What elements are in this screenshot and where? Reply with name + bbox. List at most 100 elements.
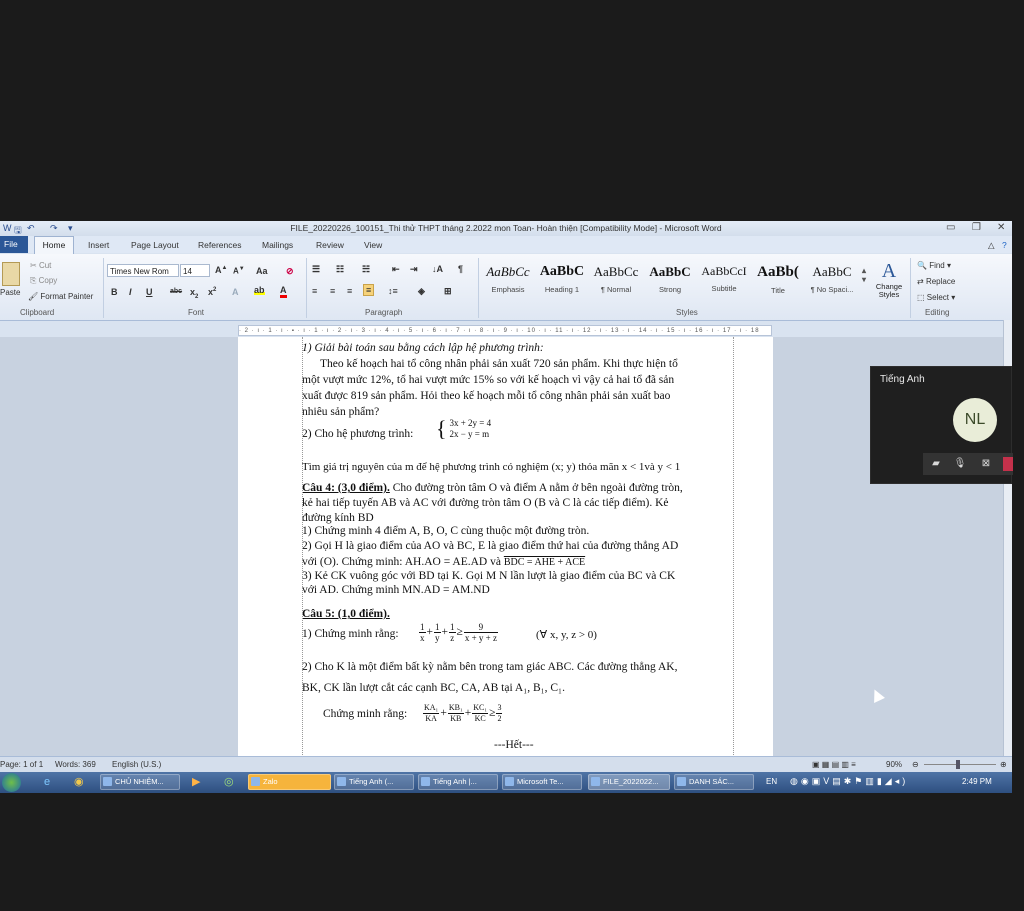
ie-icon[interactable]: e xyxy=(44,776,50,788)
tab-page-layout[interactable]: Page Layout xyxy=(131,240,179,250)
taskbar-item-zalo[interactable]: Zalo xyxy=(248,774,331,790)
paste-icon[interactable] xyxy=(2,262,20,286)
align-left-icon[interactable]: ≡ xyxy=(312,286,317,296)
hang-up-icon[interactable] xyxy=(1003,457,1013,471)
taskbar: e ◉ CHỦ NHIỆM... ▶ ◎ Zalo Tiếng Anh (...… xyxy=(0,772,1012,793)
zoom-level[interactable]: 90% xyxy=(886,760,902,769)
zoom-slider[interactable] xyxy=(924,764,996,765)
tab-mailings[interactable]: Mailings xyxy=(262,240,293,250)
clipboard-group-label: Clipboard xyxy=(20,308,55,317)
language-indicator[interactable]: English (U.S.) xyxy=(112,760,161,769)
paste-button[interactable]: Paste xyxy=(0,288,20,297)
show-marks-icon[interactable]: ¶ xyxy=(458,264,463,274)
start-button[interactable] xyxy=(2,773,21,792)
shrink-font-icon[interactable]: A▼ xyxy=(233,266,245,276)
line-spacing-icon[interactable]: ↕≡ xyxy=(388,286,398,296)
view-buttons-icon[interactable]: ▣ ▦ ▤ ▥ ≡ xyxy=(812,760,856,769)
bullets-icon[interactable]: ☰ xyxy=(312,264,320,275)
style-heading-1[interactable]: AaBbC Heading 1 xyxy=(536,264,588,302)
increase-indent-icon[interactable]: ⇥ xyxy=(410,264,418,275)
chrome-icon[interactable]: ◉ xyxy=(74,775,84,788)
tab-view[interactable]: View xyxy=(364,240,382,250)
tab-insert[interactable]: Insert xyxy=(88,240,109,250)
taskbar-item-tieng-anh-2[interactable]: Tiếng Anh |... xyxy=(418,774,498,790)
horizontal-ruler[interactable]: · 2 · ı · 1 · ı · 🞍 · ı · 1 · ı · 2 · ı … xyxy=(238,325,772,336)
justify-icon[interactable]: ≡ xyxy=(363,284,375,296)
superscript-icon[interactable]: x2 xyxy=(208,287,216,297)
taskbar-item-danh-sach[interactable]: DANH SÁC... xyxy=(674,774,754,790)
sort-icon[interactable]: ↓A xyxy=(432,264,443,274)
zoom-slider-thumb[interactable] xyxy=(956,760,960,769)
share-screen-icon[interactable]: ⊠ xyxy=(979,457,993,471)
clock[interactable]: 2:49 PM xyxy=(962,777,992,786)
style-no-spacing[interactable]: AaBbC ¶ No Spaci... xyxy=(806,264,858,302)
taskbar-item-chu-nhiem[interactable]: CHỦ NHIỆM... xyxy=(100,774,180,790)
style-title[interactable]: AaBb( Title xyxy=(752,264,804,302)
align-right-icon[interactable]: ≡ xyxy=(347,286,352,296)
zoom-out-icon[interactable]: ⊖ xyxy=(912,760,919,769)
taskbar-item-microsoft-teams[interactable]: Microsoft Te... xyxy=(502,774,582,790)
change-case-button[interactable]: Aa xyxy=(256,266,268,276)
minimize-icon[interactable]: ▭ xyxy=(946,222,955,233)
app-icon[interactable]: ◎ xyxy=(224,775,234,788)
decrease-indent-icon[interactable]: ⇤ xyxy=(392,264,400,275)
taskbar-item-tieng-anh-1[interactable]: Tiếng Anh (... xyxy=(334,774,414,790)
help-icon[interactable]: ? xyxy=(1002,240,1007,250)
replace-button[interactable]: ⇄ Replace xyxy=(917,277,955,286)
select-button[interactable]: ⬚ Select ▾ xyxy=(917,293,955,302)
page-count[interactable]: Page: 1 of 1 xyxy=(0,760,43,769)
grow-font-icon[interactable]: A▲ xyxy=(215,265,227,275)
denominator: y xyxy=(435,633,440,643)
bold-icon[interactable]: B xyxy=(111,287,118,297)
tab-references[interactable]: References xyxy=(198,240,241,250)
style-name: ¶ Normal xyxy=(600,285,632,294)
copy-button[interactable]: ⎘ Copy xyxy=(30,276,57,286)
word-count[interactable]: Words: 369 xyxy=(55,760,96,769)
equation-1: 3x + 2y = 4 xyxy=(449,418,492,428)
style-preview: AaBbCcI xyxy=(701,264,747,278)
taskbar-item-file-doc[interactable]: FILE_2022022... xyxy=(588,774,670,790)
multilevel-list-icon[interactable]: ☵ xyxy=(362,264,370,275)
borders-icon[interactable]: ⊞ xyxy=(444,286,452,297)
clear-format-icon[interactable]: ⊘ xyxy=(286,266,294,277)
font-size-combo[interactable]: 14 xyxy=(180,264,210,277)
style-normal[interactable]: AaBbCc ¶ Normal xyxy=(590,264,642,302)
underline-icon[interactable]: U xyxy=(146,287,153,297)
numbering-icon[interactable]: ☷ xyxy=(336,264,344,275)
find-button[interactable]: 🔍 Find ▾ xyxy=(917,261,951,270)
italic-icon[interactable]: I xyxy=(129,287,132,297)
group-divider xyxy=(103,258,104,318)
input-language[interactable]: EN xyxy=(766,777,777,786)
cut-button[interactable]: ✂ Cut xyxy=(30,261,51,270)
format-painter-button[interactable]: 🖌 Format Painter xyxy=(28,292,93,301)
style-subtitle[interactable]: AaBbCcI Subtitle xyxy=(698,264,750,302)
meeting-panel[interactable]: Tiếng Anh NL ▰ 🎙 ⊠ xyxy=(870,366,1013,484)
text-effects-icon[interactable]: A xyxy=(232,287,239,297)
tab-review[interactable]: Review xyxy=(316,240,344,250)
tab-home[interactable]: Home xyxy=(34,236,74,254)
style-strong[interactable]: AaBbC Strong xyxy=(644,264,696,302)
style-emphasis[interactable]: AaBbCc Emphasis xyxy=(482,264,534,302)
align-center-icon[interactable]: ≡ xyxy=(330,286,335,296)
mic-off-icon[interactable]: 🎙 xyxy=(953,457,967,471)
subscript-icon[interactable]: x2 xyxy=(190,287,198,300)
restore-icon[interactable]: ❐ xyxy=(972,222,981,233)
editing-group-label: Editing xyxy=(925,308,950,317)
shading-icon[interactable]: ◈ xyxy=(418,286,425,297)
camera-off-icon[interactable]: ▰ xyxy=(929,457,943,471)
close-icon[interactable]: ✕ xyxy=(997,222,1005,233)
highlight-icon[interactable]: ab xyxy=(254,285,265,295)
inequality-condition: (∀ x, y, z > 0) xyxy=(536,629,597,641)
minimize-ribbon-icon[interactable]: △ xyxy=(988,240,995,251)
tray-icons[interactable]: ◍◉▣V▤✱⚑▥▮◢◂) xyxy=(790,776,908,787)
media-player-icon[interactable]: ▶ xyxy=(192,775,200,788)
strikethrough-icon[interactable]: abc xyxy=(170,288,182,295)
styles-scroll-icon[interactable]: ▴ ▾ xyxy=(862,266,866,284)
zoom-in-icon[interactable]: ⊕ xyxy=(1000,760,1007,769)
fraction: 1y xyxy=(434,622,441,643)
change-styles-button[interactable]: A Change Styles xyxy=(874,260,904,306)
tab-file[interactable]: File xyxy=(0,236,28,253)
font-color-icon[interactable]: A xyxy=(280,286,287,298)
font-name-combo[interactable]: Times New Rom xyxy=(107,264,179,277)
numerator: 9 xyxy=(463,622,498,633)
